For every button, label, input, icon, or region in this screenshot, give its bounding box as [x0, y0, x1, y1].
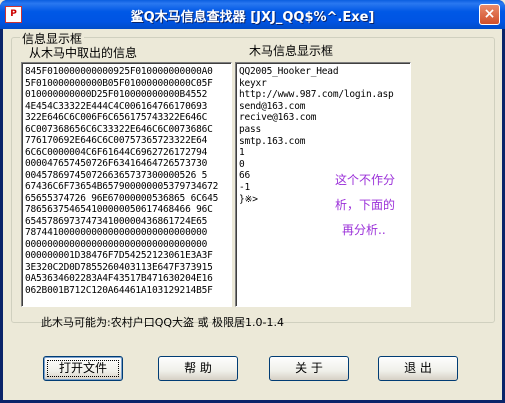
help-button[interactable]: 帮 助	[158, 356, 238, 381]
annotation-line-2: 析，下面的	[335, 198, 396, 212]
trojan-info-textbox[interactable]: QQ2005_Hooker_Head keyxr http://www.987.co…	[235, 62, 411, 307]
hex-line: 786563754654100000050617468466 96C	[25, 204, 213, 215]
about-button[interactable]: 关 于	[269, 356, 349, 381]
hex-line: 322E646C6C006F6C656175743322E646C	[25, 112, 208, 123]
app-window: 鲨Q木马信息查找器 [JXJ_QQ$%^.Exe] × 信息显示框 从木马中取出…	[0, 0, 505, 403]
hex-line: 010000000000D25F010000000000B4552	[25, 89, 208, 100]
hex-line: 000000000000000000000000000000000	[25, 238, 208, 250]
hex-line: 67436C6F73654B657900000005379734672	[25, 181, 219, 192]
hex-line: 0A53634602283A4F43517B471630204E16	[25, 273, 213, 284]
trojan-info-label: 木马信息显示框	[249, 44, 334, 58]
exit-button[interactable]: 退 出	[378, 356, 458, 381]
hex-line: 4E454C33322E444C4C006164766170693	[25, 100, 208, 112]
info-line: 0	[239, 158, 245, 170]
focus-rectangle	[47, 360, 119, 377]
info-line: recive@163.com	[239, 112, 317, 124]
hex-line: 776170692E646C6C00757365723322E64	[25, 135, 208, 146]
extracted-hex-textbox[interactable]: 845F010000000000925F010000000000A0 5F0100…	[21, 62, 232, 307]
exit-label: 退 出	[404, 361, 432, 375]
client-area: 信息显示框 从木马中取出的信息 木马信息显示框 845F010000000000…	[3, 29, 502, 400]
info-line: smtp.163.com	[239, 135, 306, 147]
hex-line: 5F010000000000B05F010000000000C05F	[25, 77, 213, 89]
close-button[interactable]: ×	[479, 4, 500, 25]
info-line: http://www.987.com/login.asp	[239, 89, 394, 101]
hex-line: 787441000000000000000000000000000	[25, 227, 208, 238]
window-title: 鲨Q木马信息查找器 [JXJ_QQ$%^.Exe]	[130, 10, 375, 25]
hex-line: 6C007368656C6C33322E646C6C0073686C	[25, 123, 213, 135]
hex-line: 0045786974507266365737300000526 5	[25, 169, 208, 181]
annotation-line-3: 再分析..	[342, 223, 386, 237]
info-line: pass	[239, 123, 262, 135]
hex-line: 062B001B712C120A64461A103129214B5F	[25, 284, 213, 296]
extracted-info-label: 从木马中取出的信息	[29, 46, 138, 60]
info-line: 1	[239, 147, 245, 159]
hex-line: 000000001D38476F7D54252123061E3A3F	[25, 250, 213, 261]
info-line: send@163.com	[239, 100, 306, 112]
title-bar[interactable]: 鲨Q木马信息查找器 [JXJ_QQ$%^.Exe] ×	[0, 0, 505, 29]
annotation-line-1: 这个不作分	[335, 173, 396, 187]
hex-line: 000047657450726F63416464726573730	[25, 158, 208, 169]
hex-line: 65655374726 96E67000000536865 6C645	[25, 192, 219, 204]
hex-line: 6C6C0000004C6F61644C6962726172794	[25, 146, 208, 158]
hex-line: 654578697374734100000436861724E65	[25, 215, 208, 227]
info-line: QQ2005_Hooker_Head	[239, 66, 339, 77]
trojan-verdict-text: 此木马可能为:农村户口QQ大盗 或 极限居1.0-1.4	[41, 316, 284, 329]
hex-line: 845F010000000000925F010000000000A0	[25, 66, 213, 77]
info-line: keyxr	[239, 77, 267, 89]
help-label: 帮 助	[184, 361, 212, 375]
hex-line: 3E320C2D0D7855260403113E647F373915	[25, 261, 213, 273]
about-label: 关 于	[295, 361, 323, 375]
open-file-button[interactable]: 打开文件	[43, 356, 123, 381]
